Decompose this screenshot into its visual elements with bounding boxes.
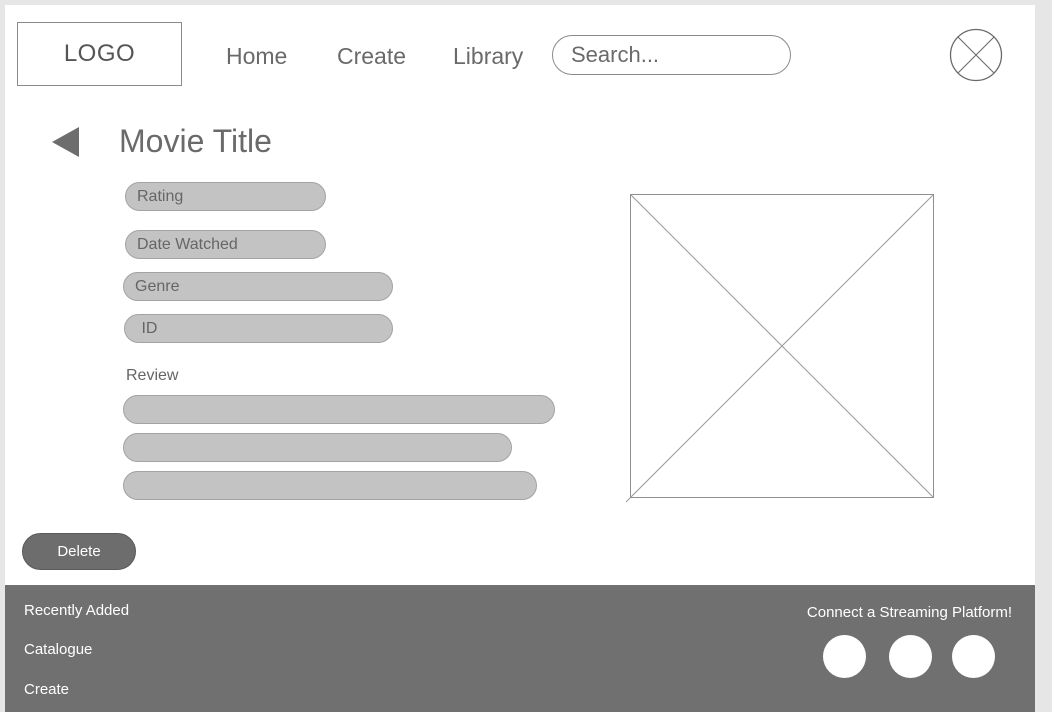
footer-link-catalogue[interactable]: Catalogue	[24, 641, 92, 658]
review-line[interactable]	[123, 395, 555, 424]
connect-platform-label: Connect a Streaming Platform!	[806, 604, 1012, 621]
rating-field-label: Rating	[137, 187, 184, 205]
nav-home-link[interactable]: Home	[226, 43, 287, 70]
streaming-platform-button[interactable]	[823, 635, 866, 678]
rating-field[interactable]: Rating	[125, 182, 326, 211]
review-line[interactable]	[123, 433, 512, 462]
review-label: Review	[126, 367, 179, 384]
back-arrow-icon[interactable]	[52, 126, 80, 158]
id-field-label: ID	[137, 319, 158, 337]
id-field[interactable]: ID	[124, 314, 393, 343]
nav-library-link[interactable]: Library	[453, 43, 523, 70]
footer-link-create[interactable]: Create	[24, 681, 69, 698]
nav-create-link[interactable]: Create	[337, 43, 406, 70]
review-line[interactable]	[123, 471, 537, 500]
date-watched-field-label: Date Watched	[137, 235, 238, 253]
streaming-platform-button[interactable]	[889, 635, 932, 678]
delete-button[interactable]: Delete	[22, 533, 136, 570]
genre-field[interactable]: Genre	[123, 272, 393, 301]
profile-avatar-icon[interactable]	[949, 28, 1003, 82]
logo[interactable]: LOGO	[17, 22, 182, 86]
image-placeholder-icon	[625, 194, 934, 503]
genre-field-label: Genre	[135, 277, 180, 295]
footer: Recently Added Catalogue Create Connect …	[5, 585, 1035, 712]
page: LOGO Home Create Library Movie Title Rat…	[5, 5, 1035, 712]
page-title: Movie Title	[119, 123, 272, 159]
streaming-platform-button[interactable]	[952, 635, 995, 678]
date-watched-field[interactable]: Date Watched	[125, 230, 326, 259]
footer-link-recently-added[interactable]: Recently Added	[24, 602, 129, 619]
search-input[interactable]	[552, 35, 791, 75]
